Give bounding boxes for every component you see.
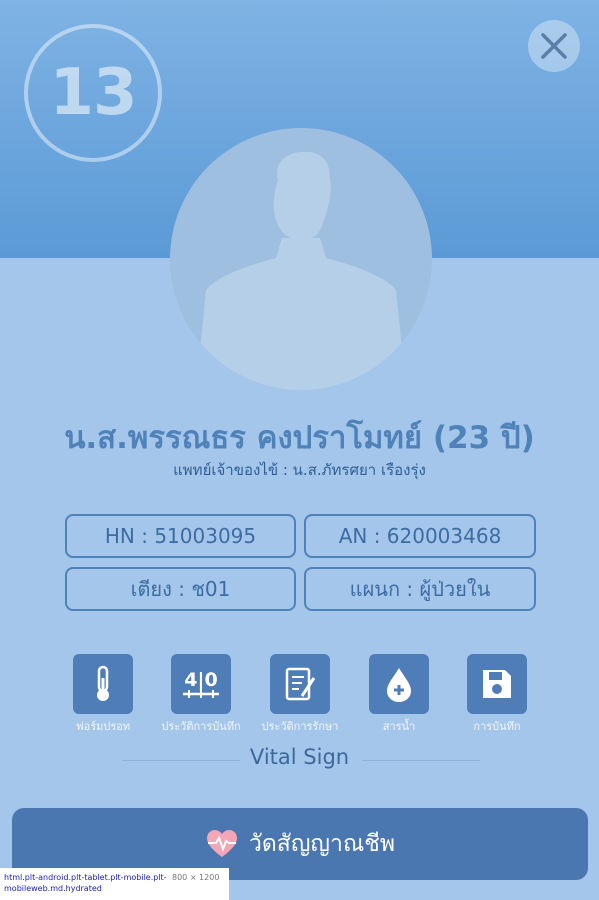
bed-number-badge: 13 — [24, 24, 162, 162]
debug-size: 800 × 1200 — [172, 873, 220, 882]
attending-doctor: แพทย์เจ้าของไข้ : น.ส.ภัทรศยา เรืองรุ่ง — [173, 461, 426, 479]
heart-pulse-icon — [206, 830, 237, 857]
debug-label: html.plt-android.plt-tablet.plt-mobile.p… — [0, 868, 229, 900]
ward-field: แผนก : ผู้ป่วยใน — [304, 567, 536, 611]
record-history-icon: 4|0 — [183, 669, 219, 698]
svg-text:4|0: 4|0 — [184, 669, 217, 691]
tool-label: ประวัติการรักษา — [261, 720, 339, 733]
close-button[interactable] — [528, 20, 580, 72]
tool-treatment-history[interactable]: ประวัติการรักษา — [252, 654, 348, 735]
tool-fluids[interactable]: สารน้ำ — [351, 654, 447, 735]
tool-thermometer-form[interactable]: ฟอร์มปรอท — [55, 654, 151, 735]
debug-classes: html.plt-android.plt-tablet.plt-mobile.p… — [4, 873, 167, 893]
save-icon — [483, 670, 511, 698]
clipboard-icon — [285, 667, 316, 701]
tool-label: สารน้ำ — [382, 720, 416, 733]
water-drop-icon — [387, 668, 411, 702]
an-field: AN : 620003468 — [304, 514, 536, 558]
bed-field: เตียง : ช01 — [65, 567, 296, 611]
tool-label: ฟอร์มปรอท — [75, 720, 131, 733]
close-icon — [541, 33, 567, 59]
patient-name: น.ส.พรรณธร คงปราโมทย์ (23 ปี) — [64, 420, 535, 456]
section-title: Vital Sign — [249, 745, 350, 769]
thermometer-icon — [97, 665, 109, 701]
tool-label: ประวัติการบันทึก — [161, 720, 241, 733]
tool-save-record[interactable]: การบันทึก — [449, 654, 545, 735]
person-silhouette-icon — [196, 151, 406, 390]
tool-record-history[interactable]: 4|0 ประวัติการบันทึก — [153, 654, 249, 735]
vital-button-label: วัดสัญญาณชีพ — [248, 831, 396, 857]
tool-label: การบันทึก — [473, 720, 521, 733]
avatar — [170, 128, 432, 390]
hn-field: HN : 51003095 — [65, 514, 296, 558]
